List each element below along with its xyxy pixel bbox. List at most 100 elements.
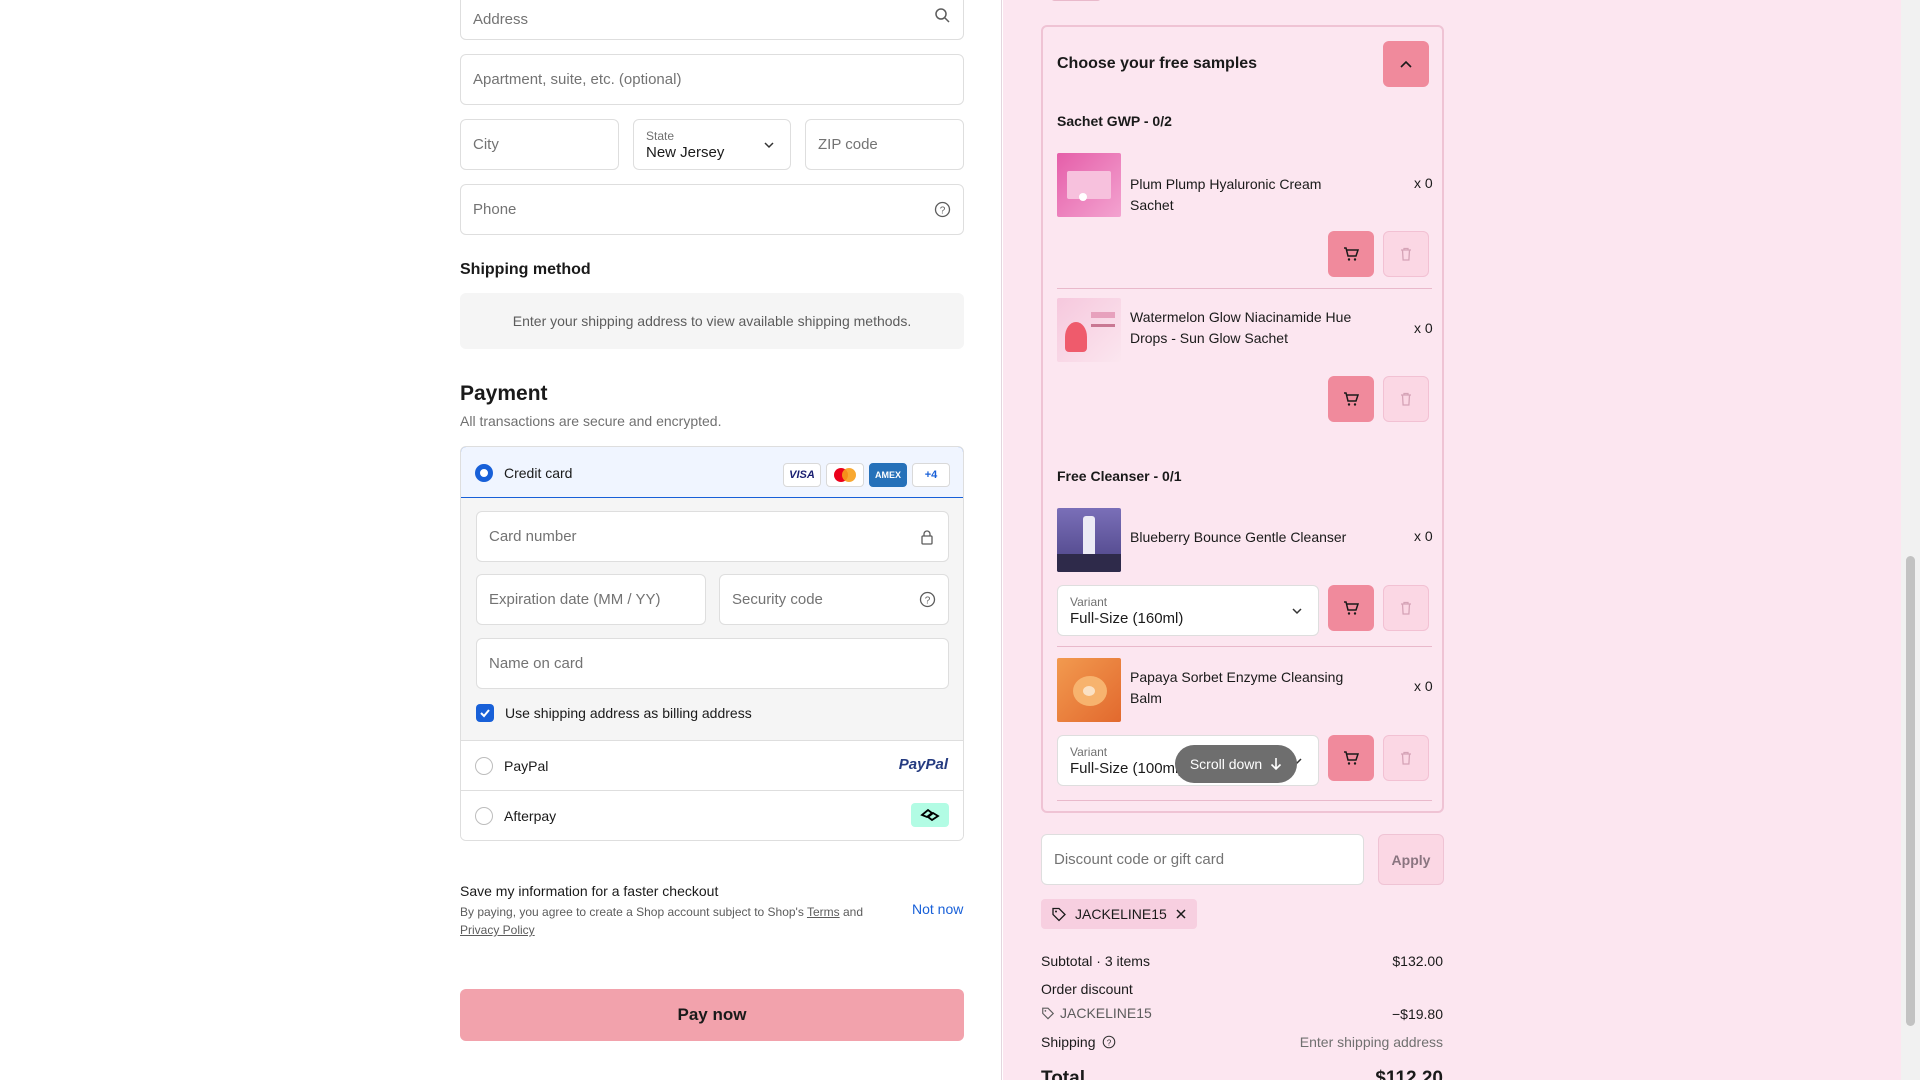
product-image <box>1057 298 1121 362</box>
more-cards-badge: +4 <box>912 463 950 487</box>
subtotal-label: Subtotal · 3 items <box>1041 953 1150 969</box>
save-info-legal: By paying, you agree to create a Shop ac… <box>460 903 890 939</box>
paypal-option[interactable]: PayPal PayPal <box>461 741 963 791</box>
variant-select[interactable]: Variant Full-Size (160ml) <box>1057 585 1319 636</box>
state-select[interactable]: State New Jersey <box>633 119 791 170</box>
chevron-up-icon <box>1400 60 1412 68</box>
search-icon <box>933 6 951 24</box>
shipping-method-message-box: Enter your shipping address to view avai… <box>460 293 964 349</box>
collapse-button[interactable] <box>1383 41 1429 87</box>
scroll-down-button[interactable]: Scroll down <box>1175 745 1297 783</box>
total-value: $112.20 <box>1375 1068 1443 1080</box>
apply-button[interactable]: Apply <box>1378 834 1444 885</box>
trash-icon <box>1401 392 1411 406</box>
phone-placeholder: Phone <box>473 201 517 218</box>
check-icon <box>480 709 490 718</box>
variant-label: Variant <box>1070 745 1108 759</box>
chevron-down-icon <box>1288 602 1306 620</box>
amex-icon: AMEX <box>869 463 907 487</box>
apartment-input[interactable]: Apartment, suite, etc. (optional) <box>460 54 964 105</box>
applied-discount-tag: JACKELINE15 <box>1041 899 1197 929</box>
scrollbar-thumb[interactable] <box>1906 556 1915 1026</box>
variant-label: Variant <box>1070 595 1108 609</box>
help-icon[interactable]: ? <box>1102 1035 1116 1049</box>
city-input[interactable]: City <box>460 119 619 170</box>
address-placeholder: Address <box>473 10 529 28</box>
remove-button[interactable] <box>1383 231 1429 277</box>
shipping-label: Shipping <box>1041 1034 1096 1050</box>
credit-card-radio[interactable] <box>475 464 493 482</box>
paypal-logo: PayPal <box>898 756 948 773</box>
add-to-cart-button[interactable] <box>1328 231 1374 277</box>
discount-input[interactable]: Discount code or gift card <box>1041 834 1364 885</box>
product-name: Plum Plump Hyaluronic Cream Sachet <box>1130 176 1322 213</box>
zip-placeholder: ZIP code <box>818 136 878 153</box>
help-icon[interactable]: ? <box>933 201 951 219</box>
product-name: Watermelon Glow Niacinamide Hue Drops - … <box>1130 309 1352 346</box>
security-code-input[interactable]: Security code ? <box>719 574 949 625</box>
cart-icon <box>1344 601 1360 615</box>
expiration-placeholder: Expiration date (MM / YY) <box>489 591 661 608</box>
svg-text:?: ? <box>924 596 930 607</box>
add-to-cart-button[interactable] <box>1328 585 1374 631</box>
product-image <box>1057 658 1121 722</box>
credit-card-option[interactable]: Credit card VISA AMEX +4 <box>461 447 963 498</box>
credit-card-label: Credit card <box>504 465 573 481</box>
address-input[interactable]: Address <box>460 0 964 40</box>
not-now-link[interactable]: Not now <box>912 901 963 917</box>
visa-icon: VISA <box>783 463 821 487</box>
scroll-down-label: Scroll down <box>1189 756 1263 772</box>
tag-icon <box>1042 1007 1055 1020</box>
city-placeholder: City <box>473 136 499 153</box>
afterpay-label: Afterpay <box>504 808 557 824</box>
chevron-down-icon <box>760 136 778 154</box>
name-on-card-placeholder: Name on card <box>489 655 584 672</box>
add-to-cart-button[interactable] <box>1328 376 1374 422</box>
remove-button[interactable] <box>1383 735 1429 781</box>
add-to-cart-button[interactable] <box>1328 735 1374 781</box>
product-image <box>1057 153 1121 217</box>
expiration-input[interactable]: Expiration date (MM / YY) <box>476 574 706 625</box>
total-label: Total <box>1041 1068 1085 1080</box>
close-icon[interactable] <box>1175 908 1187 920</box>
cart-icon <box>1344 751 1360 765</box>
subtotal-value: $132.00 <box>1392 953 1443 969</box>
svg-text:?: ? <box>1106 1038 1111 1047</box>
product-qty: x 0 <box>1414 320 1433 336</box>
cart-icon <box>1344 392 1360 406</box>
svg-text:?: ? <box>939 206 945 217</box>
variant-value: Full-Size (160ml) <box>1070 610 1184 627</box>
page-scrollbar[interactable] <box>1901 0 1920 1080</box>
discount-code-row: JACKELINE15 <box>1041 1005 1152 1021</box>
billing-checkbox-label: Use shipping address as billing address <box>505 705 752 721</box>
arrow-down-icon <box>1271 758 1282 771</box>
help-icon[interactable]: ? <box>918 591 936 609</box>
order-summary-panel: Choose your free samples Sachet GWP - 0/… <box>1003 0 1901 1080</box>
pay-now-button[interactable]: Pay now <box>460 989 964 1041</box>
cart-icon <box>1344 247 1360 261</box>
shipping-method-message: Enter your shipping address to view avai… <box>512 313 912 329</box>
remove-button[interactable] <box>1383 376 1429 422</box>
zip-input[interactable]: ZIP code <box>805 119 964 170</box>
divider <box>1057 800 1432 801</box>
paypal-radio[interactable] <box>475 757 493 775</box>
afterpay-option[interactable]: Afterpay <box>461 791 963 840</box>
afterpay-radio[interactable] <box>475 807 493 825</box>
previous-item-edge <box>1051 0 1101 1</box>
card-number-input[interactable]: Card number <box>476 511 949 562</box>
pay-now-label: Pay now <box>677 1005 747 1024</box>
state-label: State <box>646 129 675 143</box>
phone-input[interactable]: Phone ? <box>460 184 964 235</box>
billing-checkbox[interactable] <box>476 704 494 722</box>
name-on-card-input[interactable]: Name on card <box>476 638 949 689</box>
remove-button[interactable] <box>1383 585 1429 631</box>
apply-label: Apply <box>1391 851 1431 868</box>
terms-link[interactable]: Terms <box>807 905 840 919</box>
afterpay-logo <box>911 803 949 827</box>
privacy-policy-link[interactable]: Privacy Policy <box>460 923 535 937</box>
group-title-cleanser: Free Cleanser - 0/1 <box>1057 468 1182 484</box>
paypal-label: PayPal <box>504 758 549 774</box>
save-info-title: Save my information for a faster checkou… <box>460 883 719 899</box>
legal-text: By paying, you agree to create a Shop ac… <box>460 905 807 919</box>
payment-title: Payment <box>460 382 548 405</box>
